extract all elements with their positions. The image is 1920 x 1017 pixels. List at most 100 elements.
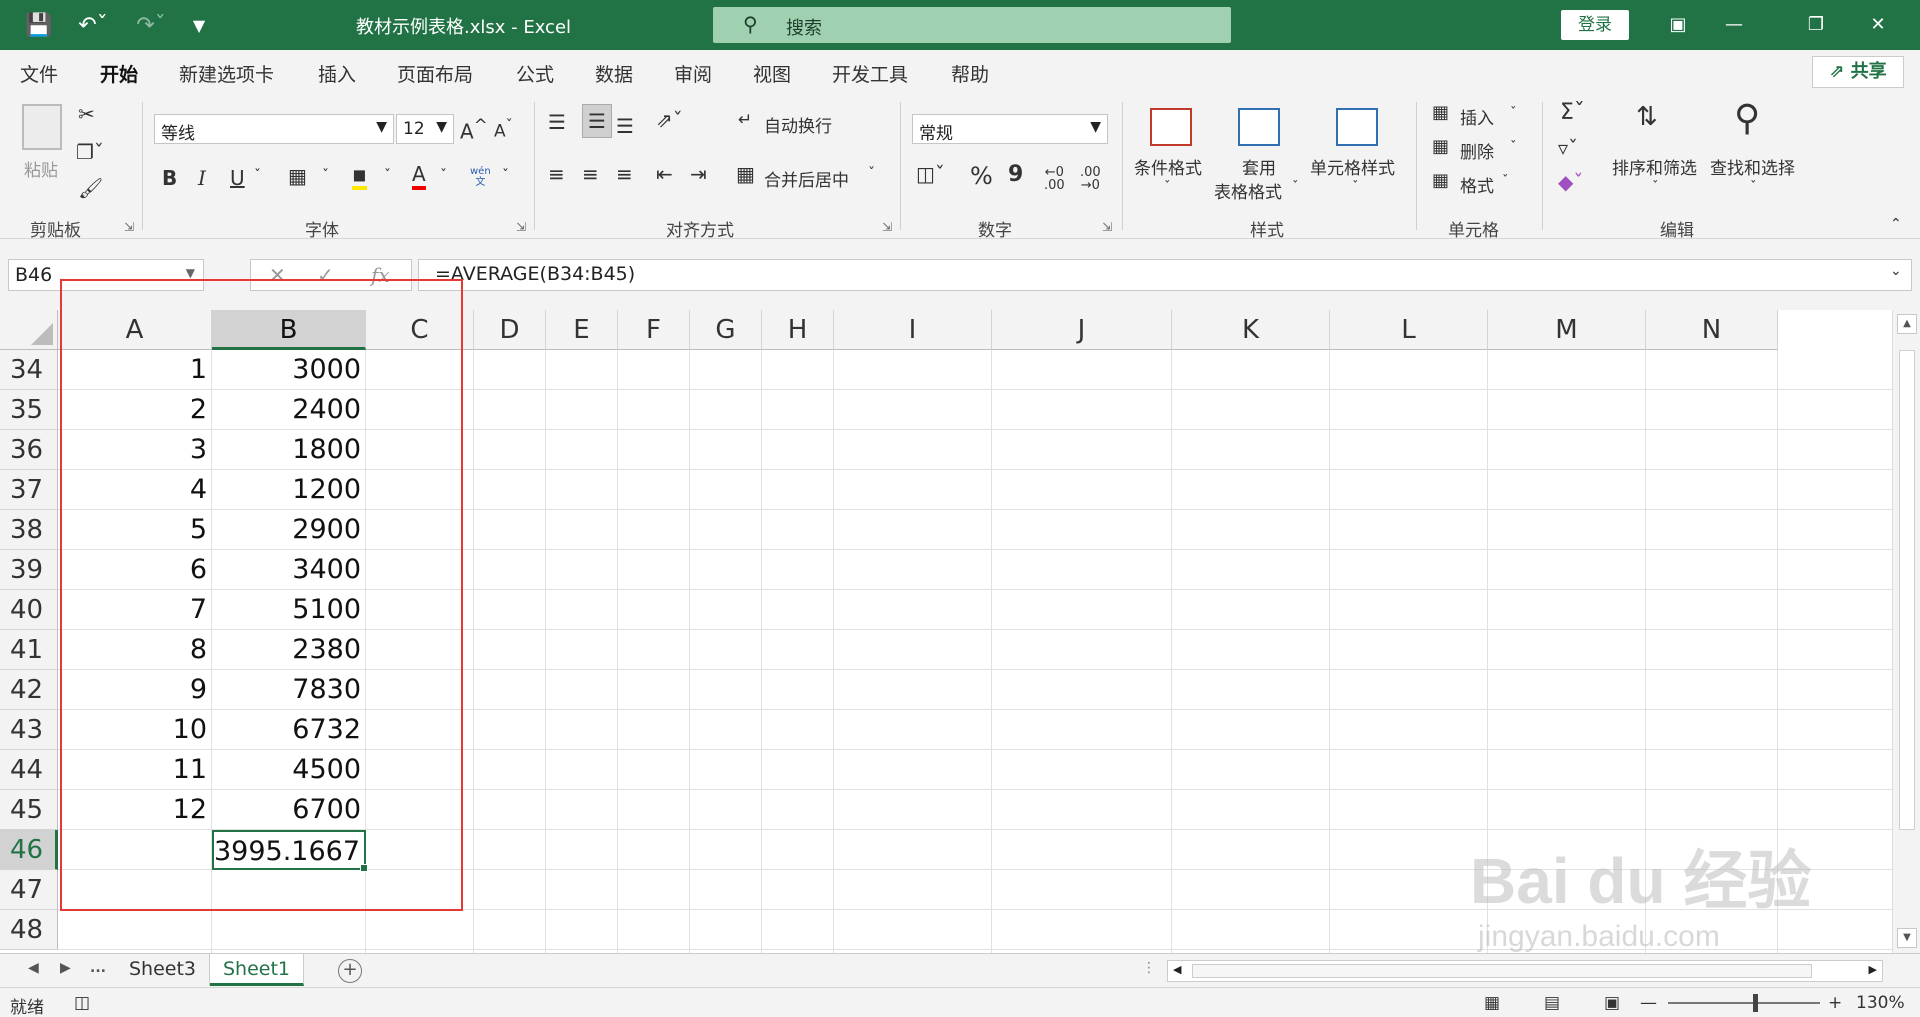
- paste-icon[interactable]: [22, 104, 62, 150]
- row-header-43[interactable]: 43: [0, 710, 58, 750]
- cell-b42[interactable]: 7830: [212, 670, 366, 710]
- chevron-down-icon[interactable]: ˇ: [1510, 106, 1517, 121]
- chevron-down-icon[interactable]: ˇ: [868, 166, 875, 182]
- tab-insert[interactable]: 插入: [318, 60, 356, 87]
- format-cells-icon[interactable]: ▦: [1432, 170, 1449, 191]
- scroll-up-icon[interactable]: ▲: [1897, 314, 1917, 334]
- column-header-n[interactable]: N: [1646, 310, 1778, 350]
- scroll-left-icon[interactable]: ◀: [1173, 963, 1181, 976]
- font-launcher-icon[interactable]: ⇲: [516, 220, 526, 234]
- copy-icon[interactable]: ❐ˇ: [76, 140, 104, 164]
- column-header-k[interactable]: K: [1172, 310, 1330, 350]
- insert-cells-icon[interactable]: ▦: [1432, 102, 1449, 123]
- paste-label[interactable]: 粘贴: [24, 156, 58, 181]
- scroll-thumb[interactable]: [1899, 350, 1915, 830]
- decrease-decimal-icon[interactable]: .00 →0: [1080, 166, 1101, 192]
- chevron-down-icon[interactable]: ˇ: [1510, 140, 1517, 155]
- row-header-36[interactable]: 36: [0, 430, 58, 470]
- underline-button[interactable]: U: [230, 166, 245, 190]
- bold-button[interactable]: B: [162, 166, 177, 190]
- clear-icon[interactable]: ◆ˇ: [1558, 170, 1583, 194]
- sheet-tab-sheet1[interactable]: Sheet1: [210, 954, 304, 986]
- zoom-level[interactable]: 130%: [1856, 993, 1905, 1013]
- cell-a37[interactable]: 4: [58, 470, 212, 510]
- format-painter-icon[interactable]: 🖌: [78, 176, 103, 200]
- cell-styles-button[interactable]: 单元格样式: [1310, 154, 1395, 179]
- row-header-39[interactable]: 39: [0, 550, 58, 590]
- cell-b37[interactable]: 1200: [212, 470, 366, 510]
- add-sheet-icon[interactable]: +: [338, 959, 362, 983]
- cell-a44[interactable]: 11: [58, 750, 212, 790]
- cell-b45[interactable]: 6700: [212, 790, 366, 830]
- align-middle-icon[interactable]: ☰: [582, 104, 612, 138]
- fill-color-icon[interactable]: ◾: [352, 162, 367, 190]
- expand-formula-icon[interactable]: ⌄: [1890, 263, 1902, 279]
- tab-formulas[interactable]: 公式: [516, 60, 554, 87]
- chevron-down-icon[interactable]: ˇ: [440, 168, 447, 184]
- cell-b48[interactable]: [212, 910, 366, 950]
- cell-a45[interactable]: 12: [58, 790, 212, 830]
- cell-a39[interactable]: 6: [58, 550, 212, 590]
- row-header-46[interactable]: 46: [0, 830, 58, 870]
- next-sheet-icon[interactable]: ▶: [60, 960, 71, 976]
- find-select-button[interactable]: 查找和选择: [1710, 154, 1795, 179]
- orientation-icon[interactable]: ⇗ˇ: [656, 108, 683, 132]
- format-as-table-line1[interactable]: 套用: [1242, 154, 1276, 179]
- wrap-text-button[interactable]: 自动换行: [764, 112, 832, 137]
- cell-a42[interactable]: 9: [58, 670, 212, 710]
- column-header-e[interactable]: E: [546, 310, 618, 350]
- accounting-format-icon[interactable]: ◫ˇ: [916, 162, 945, 186]
- cell-b35[interactable]: 2400: [212, 390, 366, 430]
- splitter-icon[interactable]: ⋮: [1142, 960, 1156, 976]
- cell-styles-icon[interactable]: [1336, 108, 1378, 146]
- chevron-down-icon[interactable]: ˇ: [1352, 180, 1359, 195]
- column-header-g[interactable]: G: [690, 310, 762, 350]
- hscroll-thumb[interactable]: [1192, 964, 1812, 978]
- prev-sheet-icon[interactable]: ◀: [28, 960, 39, 976]
- tab-file[interactable]: 文件: [20, 60, 58, 87]
- select-all-button[interactable]: [0, 310, 58, 350]
- row-header-37[interactable]: 37: [0, 470, 58, 510]
- grow-font-icon[interactable]: A^: [460, 116, 488, 144]
- cell-b44[interactable]: 4500: [212, 750, 366, 790]
- column-header-c[interactable]: C: [366, 310, 474, 350]
- column-header-m[interactable]: M: [1488, 310, 1646, 350]
- column-header-d[interactable]: D: [474, 310, 546, 350]
- merge-center-icon[interactable]: ▦: [736, 162, 755, 186]
- cancel-icon[interactable]: ✕: [269, 263, 286, 287]
- cell-b34[interactable]: 3000: [212, 350, 366, 390]
- find-select-icon[interactable]: ⚲: [1734, 98, 1760, 139]
- align-center-icon[interactable]: ≡: [582, 162, 599, 186]
- column-header-f[interactable]: F: [618, 310, 690, 350]
- tab-view[interactable]: 视图: [753, 60, 791, 87]
- number-format-combo[interactable]: 常规 ▼: [912, 114, 1108, 144]
- autosum-icon[interactable]: Σˇ: [1560, 100, 1585, 125]
- chevron-down-icon[interactable]: ˇ: [322, 168, 329, 184]
- ribbon-display-icon[interactable]: ▣: [1658, 10, 1698, 40]
- search-box[interactable]: ⚲ 搜索: [713, 7, 1231, 43]
- sort-filter-icon[interactable]: ⇅: [1636, 102, 1658, 132]
- font-size-combo[interactable]: 12 ▼: [396, 114, 454, 144]
- page-break-view-icon[interactable]: ▣: [1604, 993, 1620, 1013]
- fill-icon[interactable]: ▿ˇ: [1558, 136, 1578, 160]
- chevron-down-icon[interactable]: ˇ: [1652, 180, 1659, 195]
- enter-icon[interactable]: ✓: [317, 263, 334, 287]
- number-launcher-icon[interactable]: ⇲: [1102, 220, 1112, 234]
- cell-a38[interactable]: 5: [58, 510, 212, 550]
- row-header-41[interactable]: 41: [0, 630, 58, 670]
- formula-input[interactable]: =AVERAGE(B34:B45): [418, 259, 1912, 291]
- close-icon[interactable]: ✕: [1858, 10, 1898, 40]
- align-left-icon[interactable]: ≡: [548, 162, 565, 186]
- column-header-h[interactable]: H: [762, 310, 834, 350]
- chevron-down-icon[interactable]: ˇ: [502, 168, 509, 184]
- more-sheets-button[interactable]: ...: [90, 960, 106, 976]
- chevron-down-icon[interactable]: ˇ: [1750, 180, 1757, 195]
- normal-view-icon[interactable]: ▦: [1484, 993, 1500, 1013]
- zoom-slider[interactable]: [1668, 1002, 1820, 1004]
- wrap-text-icon[interactable]: ↵: [738, 110, 752, 130]
- row-header-35[interactable]: 35: [0, 390, 58, 430]
- tab-help[interactable]: 帮助: [951, 60, 989, 87]
- sort-filter-button[interactable]: 排序和筛选: [1612, 154, 1697, 179]
- restore-icon[interactable]: ❐: [1796, 10, 1836, 40]
- zoom-in-icon[interactable]: +: [1828, 993, 1842, 1013]
